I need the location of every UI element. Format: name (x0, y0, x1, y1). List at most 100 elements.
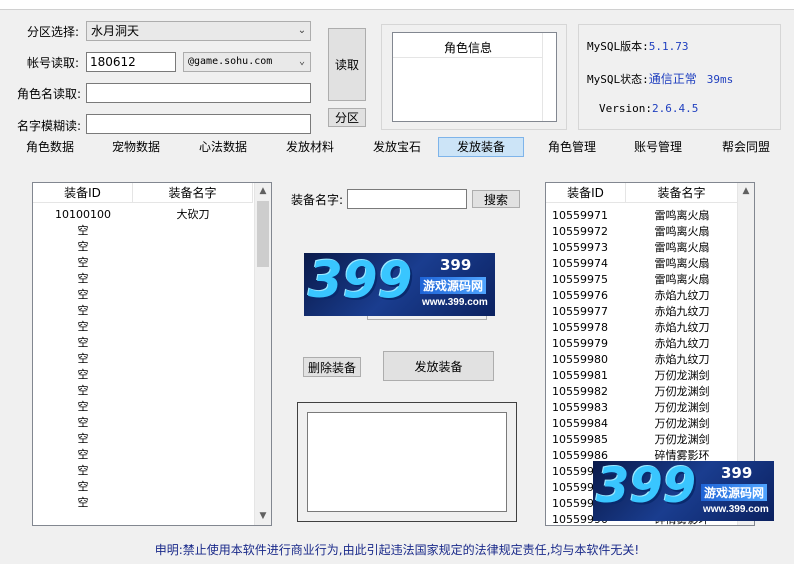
table-row[interactable]: 空 (33, 495, 255, 511)
owned-col-name[interactable]: 装备名字 (133, 183, 253, 203)
tab-role-data[interactable]: 角色数据 (14, 137, 86, 157)
tab-issue-materials[interactable]: 发放材料 (274, 137, 346, 157)
mysql-status-value: 通信正常 (648, 72, 697, 86)
table-row[interactable]: 10559978 赤焰九纹刀 (546, 320, 738, 336)
role-info-pane: 角色信息 (392, 32, 557, 122)
table-row[interactable]: 空 (33, 239, 255, 255)
owned-equipment-list[interactable]: 装备ID 装备名字 10100100 大砍刀空空空空空空空空空空空空空空空空空空 … (32, 182, 272, 526)
chevron-down-icon: ⌄ (298, 56, 306, 67)
cell-name: 雷鸣离火扇 (654, 273, 710, 286)
table-row[interactable]: 10559981 万仞龙渊剑 (546, 368, 738, 384)
table-row[interactable]: 空 (33, 399, 255, 415)
table-row[interactable]: 空 (33, 223, 255, 239)
cell-id: 空 (77, 288, 89, 301)
table-row[interactable]: 空 (33, 447, 255, 463)
chevron-down-icon: ⌄ (297, 25, 307, 36)
table-row[interactable]: 10559985 万仞龙渊剑 (546, 432, 738, 448)
owned-col-id[interactable]: 装备ID (33, 183, 133, 203)
logo-number: 399 (440, 256, 472, 274)
cell-id: 空 (77, 384, 89, 397)
tab-mind-data[interactable]: 心法数据 (187, 137, 259, 157)
zone-button[interactable]: 分区 (328, 108, 366, 127)
table-row[interactable]: 空 (33, 255, 255, 271)
zone-select[interactable]: 水月洞天 ⌄ (86, 21, 311, 41)
table-row[interactable]: 空 (33, 415, 255, 431)
rolename-input[interactable] (86, 83, 311, 103)
table-row[interactable]: 10559977 赤焰九纹刀 (546, 304, 738, 320)
log-textarea[interactable] (307, 412, 507, 512)
zone-label: 分区选择: (27, 25, 80, 39)
cell-id: 空 (77, 448, 89, 461)
tab-account-manage[interactable]: 账号管理 (622, 137, 694, 157)
read-button[interactable]: 读取 (328, 28, 366, 101)
tab-issue-equipment[interactable]: 发放装备 (438, 137, 524, 157)
cell-id: 空 (77, 272, 89, 285)
search-button[interactable]: 搜索 (472, 190, 520, 208)
fuzzy-input[interactable] (86, 114, 311, 134)
table-row[interactable]: 10559980 赤焰九纹刀 (546, 352, 738, 368)
tab-pet-data[interactable]: 宠物数据 (100, 137, 172, 157)
table-row[interactable]: 10559972 雷鸣离火扇 (546, 224, 738, 240)
table-row[interactable]: 空 (33, 479, 255, 495)
cell-name: 雷鸣离火扇 (654, 257, 710, 270)
scroll-up-icon[interactable]: ▲ (738, 183, 754, 200)
table-row[interactable]: 10559984 万仞龙渊剑 (546, 416, 738, 432)
table-row[interactable]: 空 (33, 271, 255, 287)
cell-id: 10559982 (552, 385, 608, 398)
table-row[interactable]: 10559982 万仞龙渊剑 (546, 384, 738, 400)
table-row[interactable]: 10559976 赤焰九纹刀 (546, 288, 738, 304)
domain-select[interactable]: @game.sohu.com ⌄ (183, 52, 311, 72)
table-row[interactable]: 10559979 赤焰九纹刀 (546, 336, 738, 352)
scroll-up-icon[interactable]: ▲ (255, 183, 271, 200)
logo-number: 399 (721, 464, 753, 482)
cell-id: 10559983 (552, 401, 608, 414)
table-row[interactable]: 10559973 雷鸣离火扇 (546, 240, 738, 256)
cell-name: 万仞龙渊剑 (654, 385, 710, 398)
search-input[interactable] (347, 189, 467, 209)
cell-id: 空 (77, 400, 89, 413)
scroll-thumb[interactable] (257, 201, 269, 267)
table-row[interactable]: 10559974 雷鸣离火扇 (546, 256, 738, 272)
cell-id: 10559971 (552, 209, 608, 222)
cell-id: 空 (77, 320, 89, 333)
table-row[interactable]: 10559975 雷鸣离火扇 (546, 272, 738, 288)
cell-id: 10559985 (552, 433, 608, 446)
account-input[interactable]: 180612 (86, 52, 176, 72)
cell-name (133, 383, 253, 399)
title-bar (0, 0, 794, 10)
table-row[interactable]: 10559983 万仞龙渊剑 (546, 400, 738, 416)
cell-id: 10559975 (552, 273, 608, 286)
table-row[interactable]: 空 (33, 287, 255, 303)
version-label: Version: (599, 102, 652, 115)
cell-name (133, 399, 253, 415)
table-row[interactable]: 空 (33, 335, 255, 351)
issue-equipment-button[interactable]: 发放装备 (383, 351, 494, 381)
table-row[interactable]: 空 (33, 383, 255, 399)
table-row[interactable]: 空 (33, 303, 255, 319)
mysql-version-label: MySQL版本: (587, 40, 649, 53)
tab-issue-gems[interactable]: 发放宝石 (361, 137, 433, 157)
table-row[interactable]: 10559971 雷鸣离火扇 (546, 208, 738, 224)
role-info-divider (393, 57, 543, 58)
cell-name: 赤焰九纹刀 (654, 321, 710, 334)
cell-name: 万仞龙渊剑 (654, 401, 710, 414)
table-row[interactable]: 10100100 大砍刀 (33, 207, 255, 223)
tab-role-manage[interactable]: 角色管理 (536, 137, 608, 157)
mysql-status-row: MySQL状态:通信正常 39ms (587, 70, 733, 87)
tab-guild-alliance[interactable]: 帮会同盟 (710, 137, 782, 157)
logo-url: www.399.com (703, 504, 769, 515)
cell-name (133, 415, 253, 431)
table-row[interactable]: 空 (33, 367, 255, 383)
catalog-col-name[interactable]: 装备名字 (626, 183, 738, 203)
table-row[interactable]: 空 (33, 431, 255, 447)
cell-id: 10559974 (552, 257, 608, 270)
owned-list-scrollbar[interactable]: ▲ ▼ (254, 183, 271, 525)
table-row[interactable]: 空 (33, 351, 255, 367)
catalog-col-id[interactable]: 装备ID (546, 183, 626, 203)
cell-name (133, 431, 253, 447)
table-row[interactable]: 空 (33, 319, 255, 335)
table-row[interactable]: 空 (33, 463, 255, 479)
scroll-down-icon[interactable]: ▼ (255, 508, 271, 525)
cell-id: 空 (77, 336, 89, 349)
delete-equipment-button[interactable]: 删除装备 (303, 357, 361, 377)
